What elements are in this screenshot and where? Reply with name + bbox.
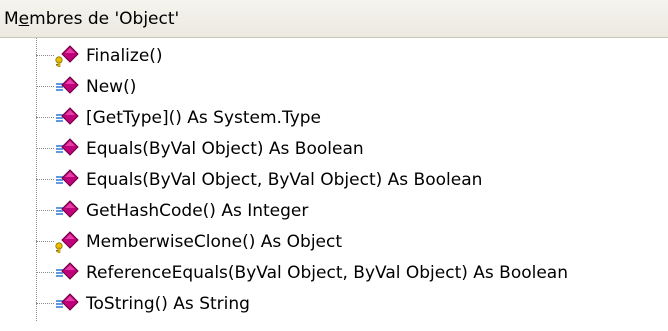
- object-browser-members-panel: Membres de 'Object' Finalize() New() [GetT…: [0, 0, 668, 331]
- public-method-icon: [53, 262, 79, 284]
- tree-branch-line: [36, 272, 54, 273]
- tree-branch-line: [36, 117, 54, 118]
- member-label: New(): [86, 77, 137, 97]
- tree-branch-line: [36, 148, 54, 149]
- header-title-rest: mbres de 'Object': [29, 9, 180, 29]
- member-label: Equals(ByVal Object, ByVal Object) As Bo…: [86, 170, 483, 190]
- public-method-icon: [53, 169, 79, 191]
- member-label: ReferenceEquals(ByVal Object, ByVal Obje…: [86, 263, 569, 283]
- member-item[interactable]: ToString() As String: [28, 288, 662, 319]
- members-tree: Finalize() New() [GetType]() As System.Typ…: [0, 38, 668, 331]
- public-method-icon: [53, 76, 79, 98]
- member-label: GetHashCode() As Integer: [86, 201, 309, 221]
- header-title-prefix: M: [4, 9, 19, 29]
- public-method-icon: [53, 107, 79, 129]
- member-item[interactable]: Equals(ByVal Object, ByVal Object) As Bo…: [28, 164, 662, 195]
- member-label: MemberwiseClone() As Object: [86, 232, 343, 252]
- tree-branch-line: [36, 241, 54, 242]
- protected-method-icon: [53, 45, 79, 68]
- public-method-icon: [53, 200, 79, 222]
- protected-method-icon: [53, 231, 79, 254]
- members-header: Membres de 'Object': [0, 0, 668, 38]
- tree-branch-line: [36, 303, 54, 304]
- member-item[interactable]: Finalize(): [28, 40, 662, 71]
- member-item[interactable]: MemberwiseClone() As Object: [28, 226, 662, 257]
- member-label: Finalize(): [86, 46, 163, 66]
- header-title-mnemonic: e: [18, 9, 30, 29]
- member-label: [GetType]() As System.Type: [86, 108, 322, 128]
- member-item[interactable]: GetHashCode() As Integer: [28, 195, 662, 226]
- member-label: ToString() As String: [86, 294, 250, 314]
- public-method-icon: [53, 293, 79, 315]
- tree-branch-line: [36, 86, 54, 87]
- member-item[interactable]: Equals(ByVal Object) As Boolean: [28, 133, 662, 164]
- members-header-title: Membres de 'Object': [4, 9, 179, 29]
- member-item[interactable]: ReferenceEquals(ByVal Object, ByVal Obje…: [28, 257, 662, 288]
- member-item[interactable]: New(): [28, 71, 662, 102]
- tree-branch-line: [36, 55, 54, 56]
- member-item[interactable]: [GetType]() As System.Type: [28, 102, 662, 133]
- member-label: Equals(ByVal Object) As Boolean: [86, 139, 364, 159]
- public-method-icon: [53, 138, 79, 160]
- tree-branch-line: [36, 210, 54, 211]
- tree-branch-line: [36, 179, 54, 180]
